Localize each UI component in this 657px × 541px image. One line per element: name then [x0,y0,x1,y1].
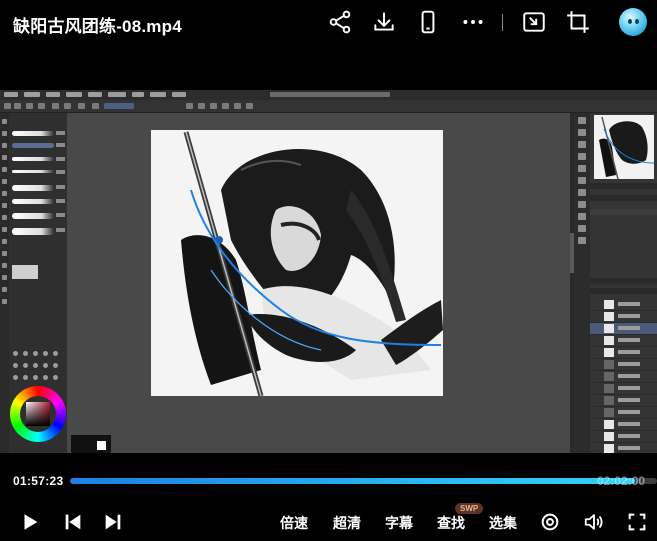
artwork-canvas [151,130,443,396]
progress-bar[interactable] [70,478,657,484]
more-icon[interactable] [460,9,486,35]
toolbar-divider [502,14,503,31]
avatar-eye-left [628,19,632,24]
speed-button[interactable]: 倍速 [280,513,308,533]
color-wheel [10,386,66,442]
play-icon[interactable] [19,511,41,533]
quality-button[interactable]: 超清 [333,513,361,533]
progress-fill [70,478,635,484]
app-menubar [0,90,657,100]
tool-strip [0,113,9,453]
danmaku-icon[interactable] [539,511,561,533]
side-icon-strip [574,113,590,453]
avatar-eye-right [635,19,639,24]
layers-panel [590,113,657,453]
video-title: 缺阳古风团练-08.mp4 [13,17,182,36]
subtitles-button[interactable]: 字幕 [385,513,413,533]
download-icon[interactable] [371,9,397,35]
picture-in-picture-icon[interactable] [521,9,547,35]
crop-icon[interactable] [565,9,591,35]
app-toolbar [0,100,657,113]
search-button[interactable]: 查找 [437,513,465,533]
video-frame[interactable] [0,90,657,453]
total-time: 02:02:00 [596,474,645,488]
previous-icon[interactable] [62,511,84,533]
volume-icon[interactable] [583,511,605,533]
phone-icon[interactable] [415,9,441,35]
avatar[interactable] [619,8,647,36]
share-icon[interactable] [327,9,353,35]
navigator-thumbnail [594,115,654,179]
color-swatch [71,435,111,453]
current-time: 01:57:23 [13,474,64,488]
search-badge: SWP [455,503,484,514]
fullscreen-icon[interactable] [626,511,648,533]
next-icon[interactable] [102,511,124,533]
episodes-button[interactable]: 选集 [489,513,517,533]
